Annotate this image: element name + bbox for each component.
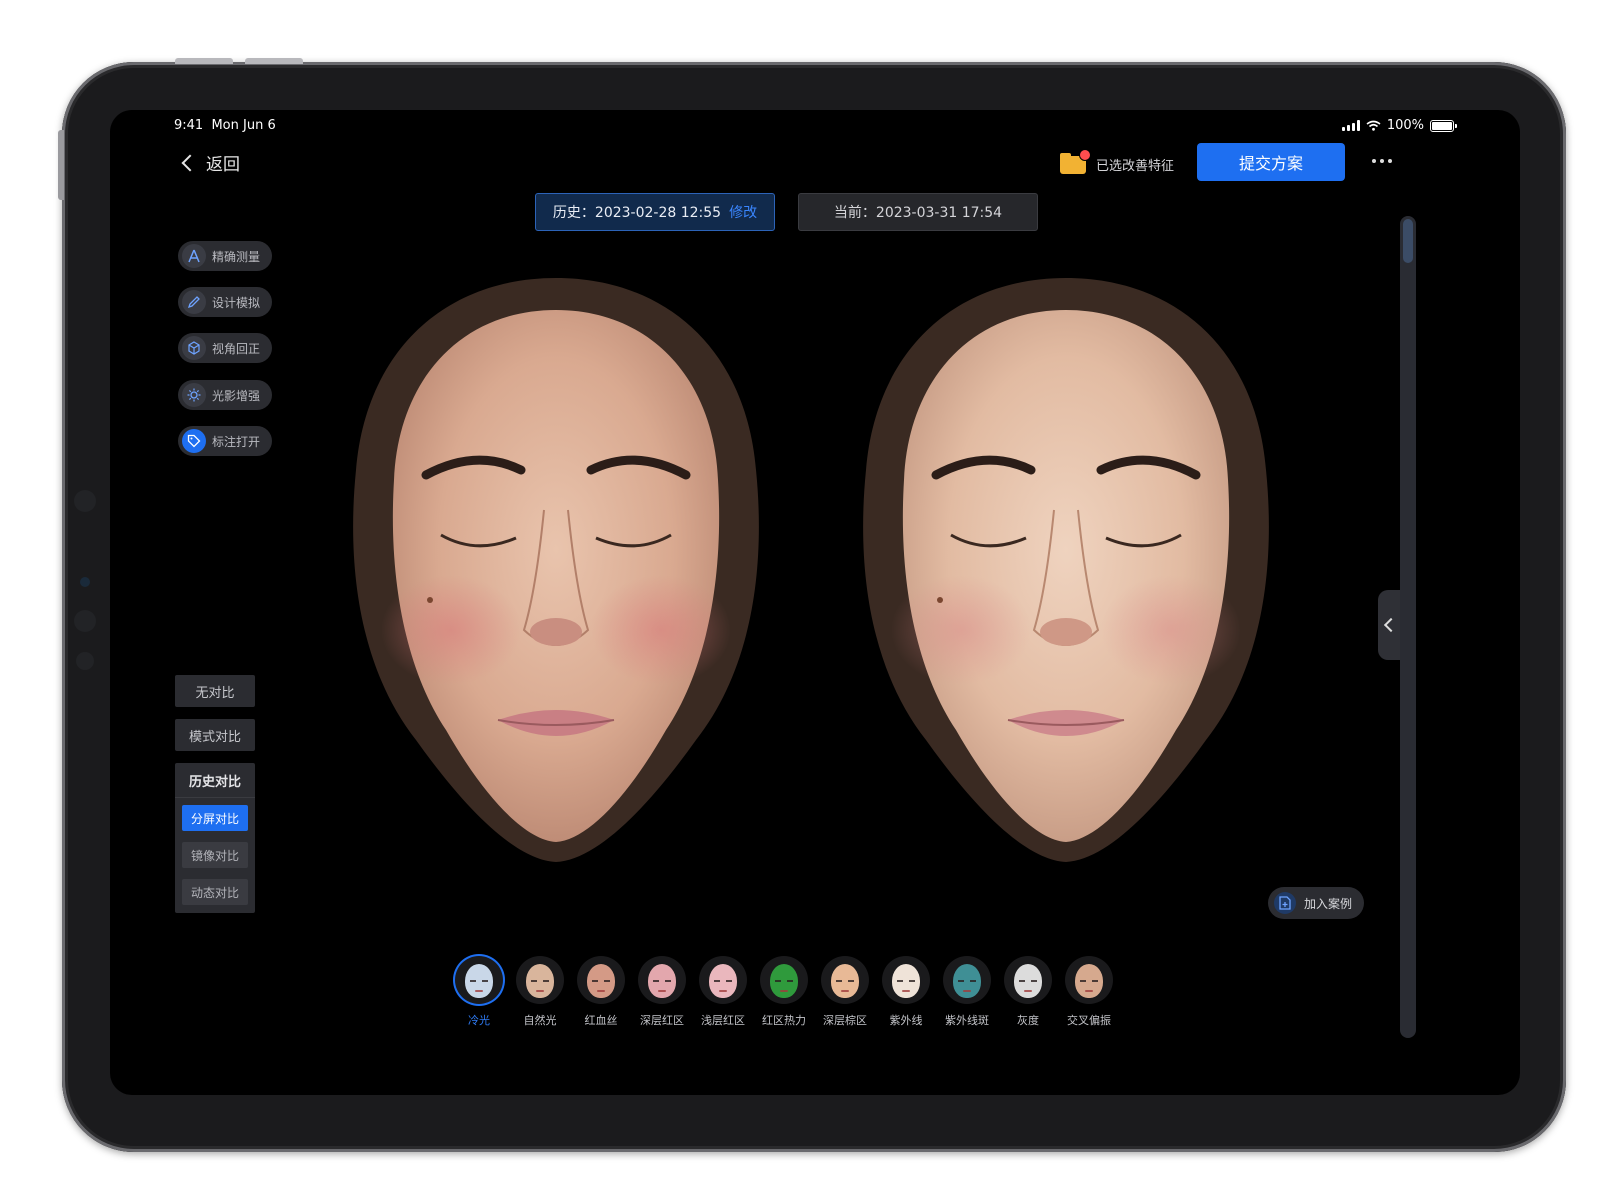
filter-label: 深层红区 — [640, 1014, 684, 1027]
current-date-tab[interactable]: 当前：2023-03-31 17:54 — [798, 193, 1038, 231]
side-button — [58, 130, 64, 200]
sensor-dot — [76, 652, 94, 670]
filter-thumbnail — [1004, 956, 1052, 1004]
app-screen: 9:41 Mon Jun 6 100% 返回 已选改善特征 提交方案 历史：20… — [110, 110, 1520, 1095]
filter-deep-red[interactable]: 深层红区 — [636, 956, 688, 1028]
collapse-panel-button[interactable] — [1378, 590, 1400, 660]
signal-icon — [1341, 120, 1360, 131]
top-button — [175, 58, 233, 64]
filter-label: 浅层红区 — [701, 1014, 745, 1027]
tag-icon — [182, 429, 206, 453]
filter-red-heatmap[interactable]: 红区热力 — [758, 956, 810, 1028]
back-button[interactable]: 返回 — [181, 150, 240, 175]
filter-red-vessel[interactable]: 红血丝 — [575, 956, 627, 1028]
sun-icon — [182, 383, 206, 407]
filter-label: 深层棕区 — [823, 1014, 867, 1027]
split-screen-compare-button[interactable]: 分屏对比 — [182, 805, 248, 831]
filter-thumbnail — [821, 956, 869, 1004]
filter-label: 紫外线斑 — [945, 1014, 989, 1027]
add-case-button[interactable]: 加入案例 — [1268, 887, 1364, 919]
date-text: Mon Jun 6 — [211, 118, 276, 133]
current-face-image[interactable] — [836, 270, 1296, 870]
notification-badge — [1079, 149, 1091, 161]
filter-uv[interactable]: 紫外线 — [880, 956, 932, 1028]
status-indicators: 100% — [1341, 118, 1457, 133]
history-compare-title[interactable]: 历史对比 — [175, 763, 255, 798]
filter-thumbnail — [699, 956, 747, 1004]
history-date-text: 历史：2023-02-28 12:55 — [552, 205, 722, 221]
filter-shallow-red[interactable]: 浅层红区 — [697, 956, 749, 1028]
tool-label: 精确测量 — [212, 249, 261, 264]
history-face-image[interactable] — [326, 270, 786, 870]
edit-history-link[interactable]: 修改 — [729, 202, 757, 222]
filter-label: 灰度 — [1017, 1014, 1039, 1027]
right-scroll-track[interactable] — [1400, 216, 1416, 1038]
chevron-left-icon — [181, 154, 199, 171]
dynamic-compare-button[interactable]: 动态对比 — [182, 879, 248, 905]
add-case-label: 加入案例 — [1304, 896, 1353, 911]
time-text: 9:41 — [174, 118, 204, 133]
filter-label: 交叉偏振 — [1067, 1014, 1111, 1027]
precise-measure-tool[interactable]: 精确测量 — [178, 241, 272, 271]
view-reset-tool[interactable]: 视角回正 — [178, 333, 272, 363]
filter-thumbnail — [760, 956, 808, 1004]
rotate-view-icon — [182, 336, 206, 360]
filter-cross-polarized[interactable]: 交叉偏振 — [1063, 956, 1115, 1028]
more-options-icon[interactable] — [1372, 154, 1398, 168]
current-date-text: 当前：2023-03-31 17:54 — [833, 205, 1003, 221]
submit-plan-button[interactable]: 提交方案 — [1197, 143, 1345, 181]
filter-natural-light[interactable]: 自然光 — [514, 956, 566, 1028]
battery-icon — [1430, 119, 1457, 132]
battery-percent: 100% — [1386, 118, 1424, 133]
filter-label: 自然光 — [523, 1014, 557, 1027]
filter-label: 红区热力 — [762, 1014, 806, 1027]
history-compare-group: 历史对比 分屏对比 镜像对比 动态对比 — [175, 763, 255, 913]
folder-icon[interactable] — [1060, 149, 1091, 174]
filter-cold-light[interactable]: 冷光 — [453, 956, 505, 1028]
filter-strip: 冷光 自然光 红血丝 深层红区 浅层红区 红区热力 深层棕区 紫外线 紫外线斑 灰度 交叉偏振 — [453, 956, 1115, 1028]
mirror-compare-button[interactable]: 镜像对比 — [182, 842, 248, 868]
pencil-icon — [182, 290, 206, 314]
status-time: 9:41 Mon Jun 6 — [174, 118, 276, 133]
filter-thumbnail — [516, 956, 564, 1004]
wifi-icon — [1366, 120, 1381, 131]
filter-thumbnail — [577, 956, 625, 1004]
filter-uv-spot[interactable]: 紫外线斑 — [941, 956, 993, 1028]
filter-deep-brown[interactable]: 深层棕区 — [819, 956, 871, 1028]
filter-thumbnail — [943, 956, 991, 1004]
annotation-toggle-tool[interactable]: 标注打开 — [178, 426, 272, 456]
filter-label: 冷光 — [468, 1014, 490, 1027]
filter-thumbnail — [455, 956, 503, 1004]
tool-label: 光影增强 — [212, 388, 261, 403]
filter-label: 红血丝 — [584, 1014, 618, 1027]
design-simulate-tool[interactable]: 设计模拟 — [178, 287, 272, 317]
tool-label: 标注打开 — [212, 434, 261, 449]
filter-thumbnail — [638, 956, 686, 1004]
filter-grayscale[interactable]: 灰度 — [1002, 956, 1054, 1028]
filter-thumbnail — [1065, 956, 1113, 1004]
ruler-icon — [182, 244, 206, 268]
add-document-icon — [1274, 892, 1296, 914]
filter-thumbnail — [882, 956, 930, 1004]
chevron-left-icon — [1383, 617, 1399, 633]
camera-icon — [80, 577, 90, 587]
light-enhance-tool[interactable]: 光影增强 — [178, 380, 272, 410]
scroll-thumb[interactable] — [1403, 219, 1413, 263]
filter-label: 紫外线 — [889, 1014, 923, 1027]
sensor-dot — [74, 490, 96, 512]
no-compare-button[interactable]: 无对比 — [175, 675, 255, 707]
back-label: 返回 — [206, 155, 240, 175]
top-button — [245, 58, 303, 64]
mode-compare-button[interactable]: 模式对比 — [175, 719, 255, 751]
tool-label: 视角回正 — [212, 341, 261, 356]
selected-features-link[interactable]: 已选改善特征 — [1096, 155, 1174, 174]
history-date-tab[interactable]: 历史：2023-02-28 12:55 修改 — [535, 193, 775, 231]
sensor-dot — [74, 610, 96, 632]
tool-label: 设计模拟 — [212, 295, 261, 310]
